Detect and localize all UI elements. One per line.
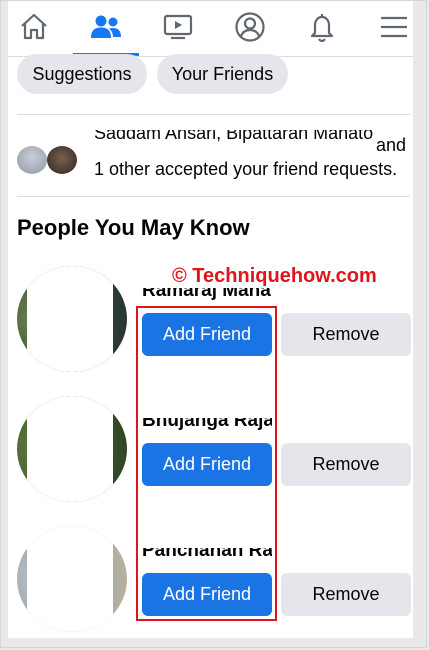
screenshot-frame [0, 0, 427, 648]
